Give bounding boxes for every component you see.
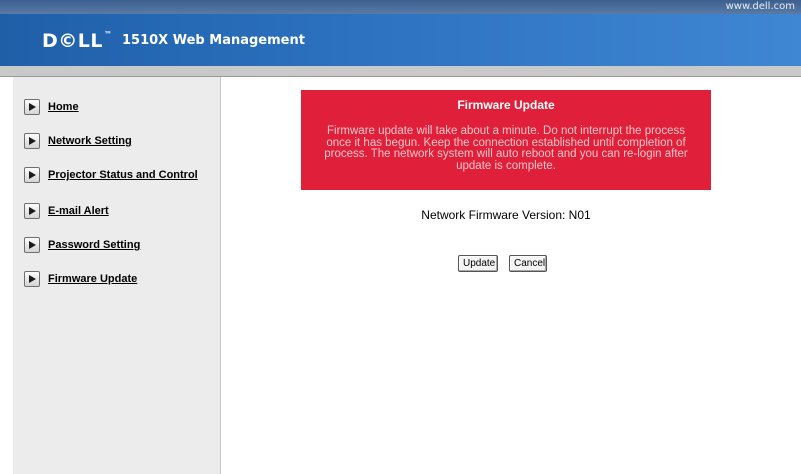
sidebar-item-projector-status[interactable]: Projector Status and Control xyxy=(24,166,198,184)
dell-logo: D©LL™ xyxy=(42,30,113,52)
notice-body: Firmware update will take about a minute… xyxy=(324,125,688,172)
sidebar-item-network-setting[interactable]: Network Setting xyxy=(24,132,132,150)
sidebar-item-label[interactable]: Password Setting xyxy=(48,239,140,251)
header-divider-band xyxy=(0,66,801,77)
play-arrow-icon[interactable] xyxy=(24,133,40,149)
cancel-button[interactable]: Cancel xyxy=(509,255,547,272)
firmware-notice-box: Firmware Update Firmware update will tak… xyxy=(301,90,711,190)
firmware-version: Network Firmware Version: N01 xyxy=(421,208,591,222)
left-margin xyxy=(0,77,13,474)
page: www.dell.com D©LL™ 1510X Web Management … xyxy=(0,0,801,474)
play-arrow-icon[interactable] xyxy=(24,167,40,183)
sidebar-item-home[interactable]: Home xyxy=(24,98,79,116)
app-title: 1510X Web Management xyxy=(122,33,305,48)
sidebar-item-password-setting[interactable]: Password Setting xyxy=(24,236,140,254)
notice-title: Firmware Update xyxy=(457,98,555,112)
sidebar-item-label[interactable]: E-mail Alert xyxy=(48,205,109,217)
sidebar-item-email-alert[interactable]: E-mail Alert xyxy=(24,202,109,220)
update-button[interactable]: Update xyxy=(458,255,498,272)
header-banner: D©LL™ 1510X Web Management xyxy=(0,14,801,66)
play-arrow-icon[interactable] xyxy=(24,237,40,253)
logo-text: D©LL xyxy=(42,30,103,52)
sidebar-item-label[interactable]: Firmware Update xyxy=(48,273,137,285)
trademark-mark: ™ xyxy=(104,30,113,39)
sidebar-item-firmware-update[interactable]: Firmware Update xyxy=(24,270,137,288)
play-arrow-icon[interactable] xyxy=(24,99,40,115)
sidebar-item-label[interactable]: Projector Status and Control xyxy=(48,169,198,181)
play-arrow-icon[interactable] xyxy=(24,271,40,287)
sidebar-item-label[interactable]: Network Setting xyxy=(48,135,132,147)
sidebar-item-label[interactable]: Home xyxy=(48,101,79,113)
site-url[interactable]: www.dell.com xyxy=(726,0,795,14)
play-arrow-icon[interactable] xyxy=(24,203,40,219)
top-strip: www.dell.com xyxy=(0,0,801,14)
